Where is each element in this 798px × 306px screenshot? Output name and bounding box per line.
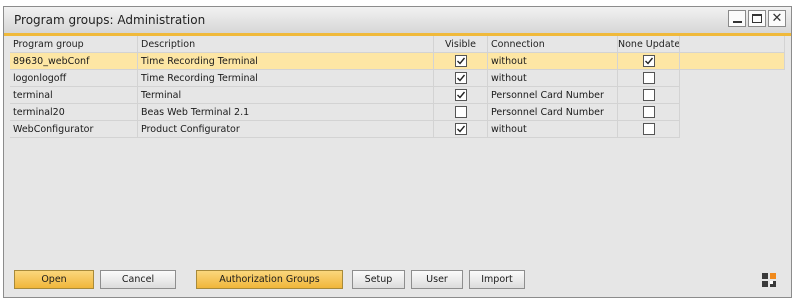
window-controls: ✕ <box>728 10 786 27</box>
cell-none-update <box>618 87 680 104</box>
cell-program-group[interactable]: logonlogoff <box>10 70 138 87</box>
visible-checkbox[interactable] <box>455 106 467 118</box>
column-header-visible[interactable]: Visible <box>434 36 488 53</box>
cell-connection[interactable]: Personnel Card Number <box>488 104 618 121</box>
cell-program-group[interactable]: 89630_webConf <box>10 53 138 70</box>
column-header-program-group[interactable]: Program group <box>10 36 138 53</box>
table-row[interactable]: terminal Terminal Personnel Card Number <box>10 87 785 104</box>
user-button[interactable]: User <box>411 270 463 289</box>
cell-description[interactable]: Product Configurator <box>138 121 434 138</box>
cell-filler <box>680 53 785 70</box>
none-update-checkbox[interactable] <box>643 55 655 67</box>
cancel-button[interactable]: Cancel <box>100 270 176 289</box>
title-bar[interactable]: Program groups: Administration ✕ <box>4 7 791 34</box>
cell-filler <box>680 87 785 104</box>
cell-description[interactable]: Time Recording Terminal <box>138 53 434 70</box>
cell-visible <box>434 70 488 87</box>
cell-program-group[interactable]: terminal20 <box>10 104 138 121</box>
cell-connection[interactable]: Personnel Card Number <box>488 87 618 104</box>
program-groups-window: Program groups: Administration ✕ Program… <box>3 6 792 298</box>
cell-none-update <box>618 121 680 138</box>
cell-visible <box>434 121 488 138</box>
table-row[interactable]: terminal20 Beas Web Terminal 2.1 Personnel… <box>10 104 785 121</box>
cell-none-update <box>618 104 680 121</box>
close-icon: ✕ <box>771 11 783 26</box>
table-row[interactable]: 89630_webConf Time Recording Terminal with… <box>10 53 785 70</box>
cell-filler <box>680 121 785 138</box>
cell-filler <box>680 70 785 87</box>
cell-connection[interactable]: without <box>488 121 618 138</box>
none-update-checkbox[interactable] <box>643 123 655 135</box>
import-button[interactable]: Import <box>469 270 525 289</box>
cell-connection[interactable]: without <box>488 53 618 70</box>
table-header: Program group Description Visible Connec… <box>10 36 785 53</box>
cell-visible <box>434 104 488 121</box>
column-header-description[interactable]: Description <box>138 36 434 53</box>
visible-checkbox[interactable] <box>455 123 467 135</box>
minimize-button[interactable] <box>728 10 746 27</box>
visible-checkbox[interactable] <box>455 72 467 84</box>
maximize-button[interactable] <box>748 10 766 27</box>
cell-none-update <box>618 70 680 87</box>
none-update-checkbox[interactable] <box>643 89 655 101</box>
column-header-none-update[interactable]: None Update <box>618 36 680 53</box>
button-bar: Open Cancel Authorization Groups Setup U… <box>4 264 791 299</box>
maximize-icon <box>752 14 762 23</box>
cell-none-update <box>618 53 680 70</box>
setup-button[interactable]: Setup <box>352 270 405 289</box>
cell-visible <box>434 53 488 70</box>
none-update-checkbox[interactable] <box>643 106 655 118</box>
table-row[interactable]: logonlogoff Time Recording Terminal withou… <box>10 70 785 87</box>
window-title: Program groups: Administration <box>14 13 206 27</box>
none-update-checkbox[interactable] <box>643 72 655 84</box>
close-button[interactable]: ✕ <box>768 10 786 27</box>
minimize-icon <box>733 21 742 23</box>
table-row[interactable]: WebConfigurator Product Configurator witho… <box>10 121 785 138</box>
cell-description[interactable]: Terminal <box>138 87 434 104</box>
open-button[interactable]: Open <box>14 270 94 289</box>
cell-connection[interactable]: without <box>488 70 618 87</box>
visible-checkbox[interactable] <box>455 55 467 67</box>
cell-program-group[interactable]: terminal <box>10 87 138 104</box>
cell-filler <box>680 104 785 121</box>
column-header-filler <box>680 36 785 53</box>
program-groups-table: Program group Description Visible Connec… <box>10 36 785 264</box>
app-logo-icon <box>762 273 776 287</box>
visible-checkbox[interactable] <box>455 89 467 101</box>
cell-visible <box>434 87 488 104</box>
cell-description[interactable]: Beas Web Terminal 2.1 <box>138 104 434 121</box>
cell-description[interactable]: Time Recording Terminal <box>138 70 434 87</box>
authorization-groups-button[interactable]: Authorization Groups <box>196 270 343 289</box>
column-header-connection[interactable]: Connection <box>488 36 618 53</box>
cell-program-group[interactable]: WebConfigurator <box>10 121 138 138</box>
